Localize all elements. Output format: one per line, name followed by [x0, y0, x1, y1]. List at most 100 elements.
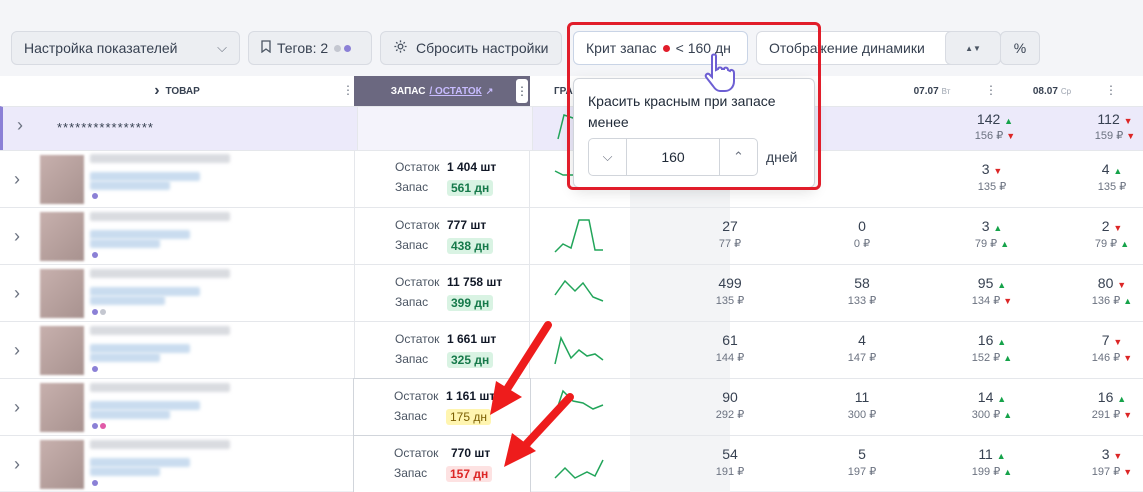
tag-dot [92, 366, 98, 372]
stock-cell: Остаток 1 404 шт Запас 561 дн [354, 151, 530, 207]
day-b-cell: 58 133 ₽ [730, 265, 876, 321]
product-link-blurred[interactable] [90, 230, 190, 239]
product-name-blurred [90, 383, 230, 392]
product-link-blurred[interactable] [90, 287, 200, 296]
crit-days-input[interactable] [627, 139, 719, 175]
chevron-right-icon[interactable]: › [14, 169, 20, 190]
chevron-right-icon: › [154, 82, 160, 99]
product-link-blurred[interactable] [90, 172, 200, 181]
column-menu-stock-icon[interactable]: ⋮ [516, 79, 528, 103]
ostatok-label: Остаток [394, 446, 439, 460]
zapas-badge: 438 дн [447, 238, 494, 254]
percent-toggle[interactable]: % [1000, 31, 1040, 65]
col-header-date-1-day: Вт [941, 86, 951, 96]
sort-toggle[interactable]: ▲▼ [945, 31, 1001, 65]
chevron-right-icon[interactable]: › [14, 397, 20, 418]
dynamics-display-label: Отображение динамики [769, 40, 925, 56]
product-sku-blurred [90, 296, 165, 305]
ostatok-label: Остаток [395, 218, 440, 232]
tag-dot [92, 193, 98, 199]
chevron-right-icon[interactable]: › [14, 340, 20, 361]
table-row[interactable]: › Остаток 777 шт Запас 438 дн 27 77 ₽ 0 0 … [0, 207, 1143, 264]
settings-dropdown-label: Настройка показателей [24, 40, 178, 56]
reset-settings-button[interactable]: Сбросить настройки [380, 31, 562, 65]
summary-day2-price: 159 ₽ [1094, 130, 1124, 142]
day1-cell: 95 ▲ 134 ₽ ▼ [872, 265, 1012, 321]
product-thumbnail [40, 383, 84, 432]
day1-cell: 14 ▲ 300 ₽ ▲ [872, 379, 1012, 435]
popup-title: Красить красным при запасе менее [588, 93, 776, 130]
col-header-graph-label: ГРА [554, 85, 573, 97]
day-b-cell: 5 197 ₽ [730, 436, 876, 492]
col-header-date-2-label: 08.07 [1032, 85, 1058, 97]
summary-row[interactable]: › **************** 142 ▲ 156 ₽ ▼ 112 ▼ 1… [0, 106, 1143, 150]
product-link-blurred[interactable] [90, 344, 190, 353]
product-sku-blurred [90, 467, 160, 476]
chevron-right-icon[interactable]: › [17, 115, 23, 136]
tag-dot [92, 252, 98, 258]
red-status-dot [662, 44, 670, 52]
table-row[interactable]: › Остаток 11 758 шт Запас 399 дн 499 135 ₽… [0, 264, 1143, 321]
chevron-right-icon[interactable]: › [14, 226, 20, 247]
zapas-label: Запас [394, 409, 428, 423]
gear-icon [393, 39, 408, 57]
col-header-date-1[interactable]: 07.07 Вт [872, 76, 992, 106]
product-link-blurred[interactable] [90, 401, 200, 410]
trend-down-icon: ▼ [1123, 410, 1133, 420]
ostatok-label: Остаток [394, 389, 439, 403]
col-header-stock-label: ЗАПАС [390, 85, 426, 97]
day2-price: 136 ₽ [1091, 295, 1121, 307]
chevron-right-icon[interactable]: › [14, 283, 20, 304]
day2-cell: 7 ▼ 146 ₽ ▼ [992, 322, 1132, 378]
col-header-stock[interactable]: ЗАПАС / ОСТАТОК ↗ [354, 76, 530, 106]
day-a-cell: 90 292 ₽ [630, 379, 744, 435]
summary-day2-value: 112 [1097, 111, 1120, 127]
ostatok-value: 777 шт [447, 218, 487, 232]
product-name-blurred [90, 326, 230, 335]
reset-settings-label: Сбросить настройки [416, 40, 549, 56]
external-link-icon: ↗ [485, 85, 494, 96]
stock-cell: Остаток 777 шт Запас 438 дн [354, 208, 530, 264]
col-header-date-2[interactable]: 08.07 Ср [992, 76, 1112, 106]
product-sku-blurred [90, 181, 170, 190]
chevron-right-icon[interactable]: › [14, 454, 20, 475]
day-a-cell: 499 135 ₽ [630, 265, 744, 321]
product-sku-blurred [90, 410, 170, 419]
stepper-decrement-button[interactable]: ⌵ [589, 139, 627, 175]
popup-stepper: ⌵ ⌃ [588, 138, 758, 176]
sparkline-chart [554, 219, 603, 253]
col-header-stock-link[interactable]: / ОСТАТОК [429, 86, 481, 97]
product-thumbnail [40, 269, 84, 318]
zapas-label: Запас [395, 352, 429, 366]
col-header-date-1-label: 07.07 [913, 85, 939, 97]
column-menu-date-2-icon[interactable]: ⋮ [1105, 83, 1117, 97]
trend-down-icon: ▼ [1123, 467, 1133, 477]
tag-dot [92, 309, 98, 315]
settings-dropdown[interactable]: Настройка показателей ⌵ [11, 31, 240, 65]
day1-value: 11 [978, 446, 993, 462]
column-menu-icon[interactable]: ⋮ [342, 83, 354, 97]
trend-up-icon: ▲ [1120, 239, 1130, 249]
product-sku-blurred [90, 353, 160, 362]
day2-value: 2 [1101, 218, 1110, 234]
stepper-increment-button[interactable]: ⌃ [719, 139, 757, 175]
zapas-badge: 561 дн [447, 180, 494, 196]
zapas-badge: 399 дн [447, 295, 494, 311]
tag-dot [92, 480, 98, 486]
table-row[interactable]: › Остаток 1 404 шт Запас 561 дн 3 ▼ 135 ₽ … [0, 150, 1143, 207]
hand-cursor-icon [704, 53, 735, 92]
product-thumbnail [40, 155, 84, 204]
trend-down-icon: ▼ [1113, 223, 1123, 233]
product-link-blurred[interactable] [90, 458, 190, 467]
crit-stock-popup: Красить красным при запасе менее ⌵ ⌃ дне… [573, 78, 815, 188]
summary-name: **************** [57, 120, 154, 135]
tags-label: Тегов: 2 [277, 40, 329, 56]
day2-price: 197 ₽ [1091, 466, 1121, 478]
col-header-product[interactable]: › ТОВАР [0, 76, 354, 106]
stock-cell: Остаток 11 758 шт Запас 399 дн [354, 265, 530, 321]
tags-button[interactable]: Тегов: 2 [248, 31, 372, 65]
tag-dot-purple [344, 44, 352, 52]
sort-arrows-icon: ▲▼ [965, 43, 981, 53]
zapas-label: Запас [395, 180, 429, 194]
product-name-blurred [90, 154, 230, 163]
